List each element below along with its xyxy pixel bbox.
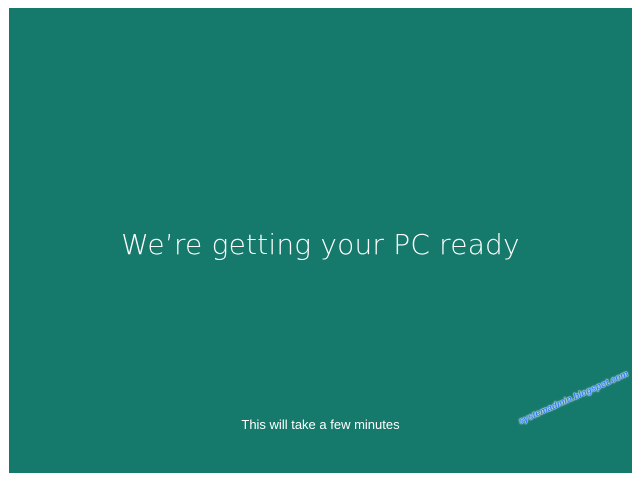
setup-subtext: This will take a few minutes [241,417,400,432]
setup-screen: We’re getting your PC ready This will ta… [9,8,632,473]
setup-headline: We’re getting your PC ready [121,228,520,261]
